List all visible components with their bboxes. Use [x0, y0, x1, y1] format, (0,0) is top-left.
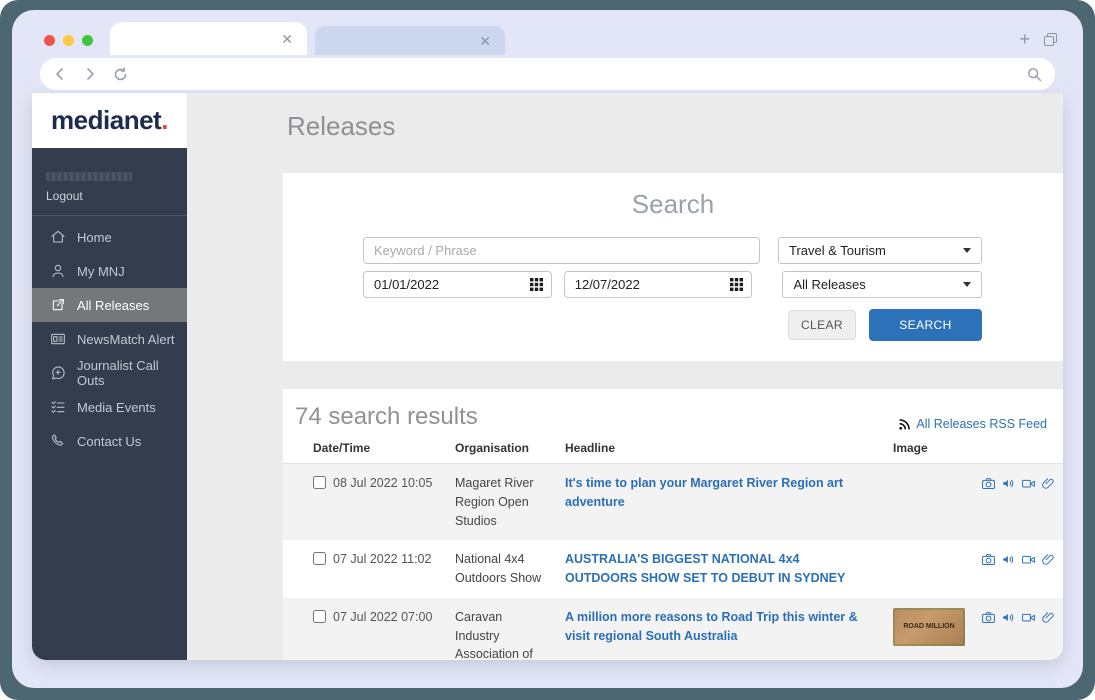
close-tab-icon[interactable]: ✕ [479, 34, 491, 48]
chevron-down-icon [963, 282, 971, 287]
results-panel: 74 search results All Releases RSS Feed … [283, 389, 1063, 660]
table-row: 07 Jul 2022 07:00 Caravan Industry Assoc… [283, 598, 1063, 660]
release-type-select[interactable]: All Releases [782, 271, 982, 298]
back-icon[interactable] [53, 67, 67, 81]
video-icon[interactable] [1021, 610, 1036, 625]
video-icon[interactable] [1021, 476, 1036, 491]
headline-link[interactable]: It's time to plan your Margaret River Re… [565, 474, 893, 512]
logout-link[interactable]: Logout [32, 185, 187, 203]
sidebar-item-all-releases[interactable]: All Releases [32, 288, 187, 322]
tab-strip: ✕ ✕ + [32, 22, 1063, 55]
search-button[interactable]: SEARCH [869, 309, 982, 341]
date-to-input[interactable]: 12/07/2022 [564, 271, 753, 298]
sidebar-item-my-mnj[interactable]: My MNJ [32, 254, 187, 288]
video-icon[interactable] [1021, 552, 1036, 567]
browser-toolbar [32, 55, 1063, 93]
reload-icon[interactable] [113, 67, 128, 82]
row-select-checkbox[interactable] [313, 610, 326, 623]
sidebar-item-contact-us[interactable]: Contact Us [32, 424, 187, 458]
tab-overview-icon[interactable] [1044, 33, 1057, 46]
window-controls [44, 35, 93, 46]
user-icon [50, 263, 66, 279]
table-row: 07 Jul 2022 11:02 National 4x4 Outdoors … [283, 540, 1063, 598]
forward-icon[interactable] [83, 67, 97, 81]
redacted-username [46, 172, 132, 181]
table-row: 08 Jul 2022 10:05 Magaret River Region O… [283, 464, 1063, 540]
sidebar-item-newsmatch-alert[interactable]: NewsMatch Alert [32, 322, 187, 356]
minimize-window-button[interactable] [63, 35, 74, 46]
search-heading: Search [283, 189, 1063, 220]
device-frame: ✕ ✕ + [12, 10, 1083, 688]
new-tab-icon[interactable]: + [1019, 30, 1030, 48]
search-panel: Search Travel & Tourism [283, 173, 1063, 361]
screenshot-stage: ✕ ✕ + [0, 0, 1095, 700]
rss-feed-link[interactable]: All Releases RSS Feed [898, 417, 1047, 431]
attachment-icon[interactable] [1041, 552, 1056, 567]
photo-icon[interactable] [981, 476, 996, 491]
headline-link[interactable]: A million more reasons to Road Trip this… [565, 608, 893, 646]
photo-icon[interactable] [981, 552, 996, 567]
main-content: Releases Search Travel & Tourism [187, 93, 1063, 660]
browser-tab-inactive[interactable]: ✕ [315, 26, 505, 55]
date-from-input[interactable]: 01/01/2022 [363, 271, 552, 298]
row-select-checkbox[interactable] [313, 476, 326, 489]
sidebar-item-journalist-call-outs[interactable]: Journalist Call Outs [32, 356, 187, 390]
results-count: 74 search results [295, 403, 478, 431]
sidebar-item-media-events[interactable]: Media Events [32, 390, 187, 424]
page-title: Releases [287, 111, 395, 142]
phone-icon [50, 433, 66, 449]
maximize-window-button[interactable] [82, 35, 93, 46]
calendar-icon[interactable] [530, 278, 543, 291]
speech-bubble-plus-icon [50, 365, 66, 381]
news-card-icon [50, 331, 66, 347]
sidebar-item-home[interactable]: Home [32, 220, 187, 254]
home-icon [50, 229, 66, 245]
photo-icon[interactable] [981, 610, 996, 625]
calendar-icon[interactable] [730, 278, 743, 291]
category-select[interactable]: Travel & Tourism [778, 237, 982, 264]
headline-link[interactable]: AUSTRALIA'S BIGGEST NATIONAL 4x4 OUTDOOR… [565, 550, 893, 588]
audio-icon[interactable] [1001, 476, 1016, 491]
address-bar[interactable] [40, 58, 1055, 90]
logo-band: medianet. [32, 93, 187, 148]
browser-window: ✕ ✕ + [32, 22, 1063, 660]
chevron-down-icon [963, 248, 971, 253]
clear-button[interactable]: CLEAR [788, 310, 856, 340]
medianet-logo[interactable]: medianet. [51, 105, 168, 136]
close-window-button[interactable] [44, 35, 55, 46]
attachment-icon[interactable] [1041, 476, 1056, 491]
search-icon[interactable] [1027, 67, 1042, 82]
keyword-input[interactable] [363, 237, 760, 264]
audio-icon[interactable] [1001, 552, 1016, 567]
rss-icon [898, 418, 911, 431]
row-select-checkbox[interactable] [313, 552, 326, 565]
audio-icon[interactable] [1001, 610, 1016, 625]
browser-tab-active[interactable]: ✕ [110, 22, 307, 55]
results-table-header: Date/Time Organisation Headline Image [283, 441, 1063, 464]
sidebar: medianet. Logout Home My MNJ [32, 93, 187, 660]
close-tab-icon[interactable]: ✕ [281, 32, 293, 46]
attachment-icon[interactable] [1041, 610, 1056, 625]
release-share-icon [50, 297, 66, 313]
checklist-icon [50, 399, 66, 415]
release-thumbnail[interactable]: ROAD MILLION [893, 608, 965, 646]
sidebar-divider [32, 215, 187, 216]
